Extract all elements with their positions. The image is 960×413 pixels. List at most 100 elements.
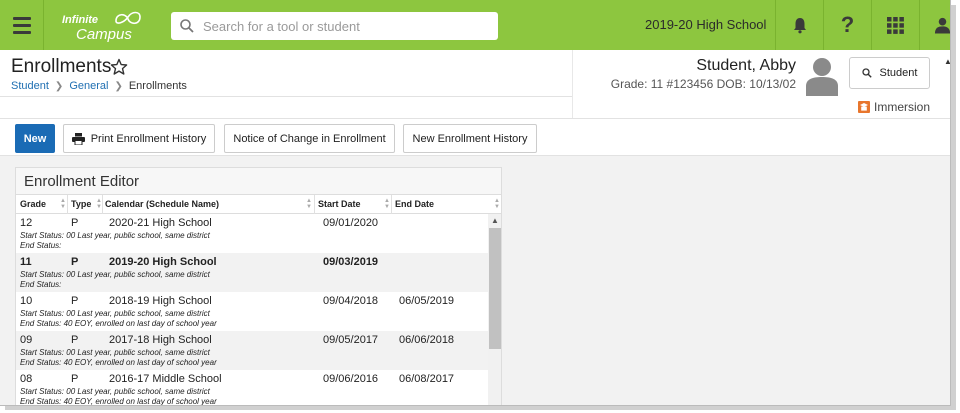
table-row-selected[interactable]: 11 P 2019-20 High School 09/03/2019 Star… — [16, 253, 488, 292]
start-status: Start Status: 00 Last year, public schoo… — [20, 309, 210, 318]
apps-grid-icon — [887, 16, 904, 34]
scroll-up-arrow-icon[interactable]: ▲ — [491, 216, 499, 225]
end-status: End Status: — [20, 241, 62, 250]
column-divider — [391, 195, 392, 214]
window-shadow — [951, 5, 956, 409]
menu-icon[interactable] — [0, 0, 44, 50]
end-status: End Status: 40 EOY, enrolled on last day… — [20, 358, 217, 367]
editor-title: Enrollment Editor — [24, 173, 140, 190]
immersion-label: Immersion — [874, 100, 931, 114]
breadcrumb-general[interactable]: General — [69, 80, 108, 92]
user-menu-button[interactable] — [919, 0, 950, 50]
type-cell: P — [71, 373, 79, 385]
calendar-cell: 2020-21 High School — [109, 217, 212, 229]
start-date-cell: 09/06/2016 — [323, 373, 379, 385]
calendar-cell: 2017-18 High School — [109, 334, 212, 346]
end-status: End Status: 40 EOY, enrolled on last day… — [20, 319, 217, 328]
infinity-logo-icon — [115, 11, 141, 25]
type-cell: P — [71, 295, 79, 307]
table-scrollbar[interactable]: ▲ — [488, 214, 501, 405]
column-divider — [102, 195, 103, 214]
start-date-cell: 09/05/2017 — [323, 334, 379, 346]
user-icon — [934, 17, 950, 34]
notifications-button[interactable] — [775, 0, 823, 50]
calendar-cell: 2016-17 Middle School — [109, 373, 222, 385]
type-cell: P — [71, 334, 79, 346]
chevron-right-icon: ❯ — [54, 80, 64, 92]
page-title: Enrollments — [11, 56, 112, 77]
table-row[interactable]: 10 P 2018-19 High School 09/04/2018 06/0… — [16, 292, 488, 331]
help-icon: ? — [840, 12, 855, 37]
scrollbar-thumb[interactable] — [489, 228, 501, 349]
column-header-end-date[interactable]: End Date — [395, 199, 434, 209]
chevron-right-icon: ❯ — [114, 80, 123, 92]
top-bar: Infinite Campus 2019-20 High School ? — [0, 0, 950, 50]
search-icon — [861, 68, 872, 78]
breadcrumb-student[interactable]: Student — [11, 80, 49, 92]
search-icon — [180, 19, 194, 33]
immersion-flag[interactable]: Immersion — [858, 100, 930, 114]
start-date-cell: 09/01/2020 — [323, 217, 379, 229]
search-input[interactable] — [203, 18, 483, 34]
grade-cell: 10 — [20, 295, 33, 307]
student-name: Student, Abby — [696, 57, 796, 74]
column-header-type[interactable]: Type — [71, 199, 91, 209]
student-summary-panel: Student, Abby Grade: 11 #123456 DOB: 10/… — [572, 50, 950, 118]
calendar-cell: 2019-20 High School — [109, 256, 217, 268]
end-status: End Status: 40 EOY, enrolled on last day… — [20, 397, 217, 406]
student-search-button[interactable]: Student — [849, 57, 930, 89]
bell-icon — [793, 18, 806, 34]
logo-text-campus: Campus — [76, 26, 132, 43]
column-header-grade[interactable]: Grade — [20, 199, 46, 209]
enrollment-table-body: 12 P 2020-21 High School 09/01/2020 Star… — [16, 214, 488, 406]
print-enrollment-history-button[interactable]: Print Enrollment History — [63, 124, 215, 153]
apps-button[interactable] — [871, 0, 919, 50]
start-status: Start Status: 00 Last year, public schoo… — [20, 387, 210, 396]
start-status: Start Status: 00 Last year, public schoo… — [20, 231, 210, 240]
favorite-star-icon[interactable] — [110, 58, 128, 76]
table-header: Grade ▲ ▼ Type ▲ ▼ Calendar (Schedule Name… — [16, 195, 501, 214]
action-bar: New Print Enrollment History Notice of C… — [0, 118, 950, 156]
infinite-campus-logo[interactable]: Infinite Campus — [62, 9, 152, 43]
column-header-calendar[interactable]: Calendar (Schedule Name) — [105, 199, 219, 209]
sort-icon[interactable]: ▲ ▼ — [306, 198, 312, 210]
sort-icon[interactable]: ▲ ▼ — [494, 198, 500, 210]
end-status: End Status: — [20, 280, 62, 289]
editor-header: Enrollment Editor — [16, 168, 501, 195]
table-row[interactable]: 12 P 2020-21 High School 09/01/2020 Star… — [16, 214, 488, 253]
notice-of-change-button[interactable]: Notice of Change in Enrollment — [224, 124, 395, 153]
start-date-cell: 09/03/2019 — [323, 256, 379, 268]
type-cell: P — [71, 217, 79, 229]
logo-text-infinite: Infinite — [62, 14, 99, 26]
end-date-cell: 06/05/2019 — [399, 295, 455, 307]
grade-cell: 08 — [20, 373, 33, 385]
start-date-cell: 09/04/2018 — [323, 295, 379, 307]
sort-icon[interactable]: ▲ ▼ — [60, 198, 66, 210]
sort-icon[interactable]: ▲ ▼ — [384, 198, 390, 210]
student-button-label: Student — [879, 67, 918, 79]
calendar-cell: 2018-19 High School — [109, 295, 212, 307]
type-cell: P — [71, 256, 79, 268]
collapse-panel-icon[interactable]: ▲ — [944, 57, 950, 66]
breadcrumb: Student ❯ General ❯ Enrollments — [11, 80, 187, 92]
printer-icon — [71, 132, 85, 145]
search-box — [171, 12, 498, 40]
end-date-cell: 06/06/2018 — [399, 334, 455, 346]
column-divider — [314, 195, 315, 214]
enrollment-editor: Enrollment Editor Grade ▲ ▼ Type ▲ ▼ Calen… — [15, 167, 502, 406]
column-header-start-date[interactable]: Start Date — [318, 199, 361, 209]
new-enrollment-history-button[interactable]: New Enrollment History — [403, 124, 537, 153]
new-button[interactable]: New — [15, 124, 55, 153]
print-button-label: Print Enrollment History — [90, 132, 207, 145]
help-button[interactable]: ? — [823, 0, 871, 50]
app-window: Infinite Campus 2019-20 High School ? — [0, 0, 951, 406]
table-row[interactable]: 08 P 2016-17 Middle School 09/06/2016 06… — [16, 370, 488, 406]
avatar — [806, 58, 838, 96]
student-info: Grade: 11 #123456 DOB: 10/13/02 — [610, 77, 796, 91]
column-divider — [67, 195, 68, 214]
school-year-selector[interactable]: 2019-20 High School — [645, 17, 766, 32]
end-date-cell: 06/08/2017 — [399, 373, 455, 385]
grade-cell: 09 — [20, 334, 33, 346]
table-row[interactable]: 09 P 2017-18 High School 09/05/2017 06/0… — [16, 331, 488, 370]
grade-cell: 11 — [20, 256, 32, 268]
